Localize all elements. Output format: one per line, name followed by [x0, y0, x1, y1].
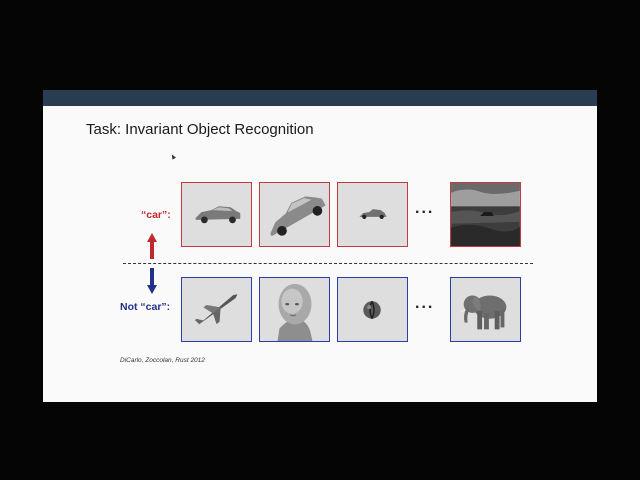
elephant-image: [450, 277, 521, 342]
human-head-icon: [277, 283, 313, 341]
ball-icon: [363, 300, 381, 320]
slide-title: Task: Invariant Object Recognition: [86, 121, 314, 138]
down-arrow-icon: [147, 268, 157, 294]
class-divider-line: [123, 263, 533, 264]
human-head-image: [259, 277, 330, 342]
elephant-icon: [460, 295, 507, 330]
video-frame: Task: Invariant Object Recognition “car”…: [0, 0, 640, 480]
ball-image: [337, 277, 408, 342]
citation-text: DiCarlo, Zoccolan, Rust 2012: [120, 357, 205, 364]
more-positive-examples-ellipsis: ...: [415, 200, 435, 217]
car-small-image: [337, 182, 408, 247]
car-tilted-icon: [270, 196, 326, 237]
presentation-slide: Task: Invariant Object Recognition “car”…: [43, 90, 597, 402]
up-arrow-icon: [147, 233, 157, 259]
mouse-cursor-icon: [170, 153, 176, 160]
jet-plane-image: [181, 277, 252, 342]
negative-class-label: Not “car”:: [120, 301, 171, 313]
landscape-photo-icon: [451, 183, 520, 246]
car-side-view-image: [181, 182, 252, 247]
car-side-view-icon: [195, 206, 241, 224]
car-tilted-large-image: [259, 182, 330, 247]
jet-plane-icon: [194, 294, 238, 326]
positive-class-label: “car”:: [141, 209, 171, 221]
car-small-icon: [359, 209, 387, 220]
more-negative-examples-ellipsis: ...: [415, 295, 435, 312]
slide-header-bar: [43, 90, 597, 106]
car-in-landscape-image: [450, 182, 521, 247]
